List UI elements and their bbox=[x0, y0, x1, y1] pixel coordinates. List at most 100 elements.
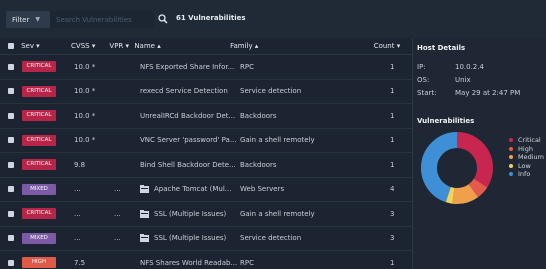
table-row[interactable]: MIXED...... Apache Tomcat (Mul... Web Serv… bbox=[0, 178, 412, 202]
vulnerability-name: SSL (Multiple Issues) bbox=[154, 209, 227, 218]
vulnerability-name: NFS Shares World Readab... bbox=[140, 258, 238, 267]
count-cell: 1 bbox=[390, 136, 395, 145]
family-cell: Service detection bbox=[240, 234, 302, 243]
checkbox-icon bbox=[8, 112, 14, 119]
table-row[interactable]: CRITICAL 10.0 * rexecd Service Detection Se… bbox=[0, 80, 412, 104]
cvss-cell: 10.0 * bbox=[74, 62, 96, 71]
legend-dot-icon bbox=[509, 146, 513, 151]
filter-button[interactable]: Filter ▼ bbox=[6, 11, 50, 28]
family-cell: Service detection bbox=[240, 87, 302, 96]
family-cell: Gain a shell remotely bbox=[240, 209, 315, 218]
name-cell[interactable]: NFS Exported Share Infor... bbox=[140, 63, 240, 71]
vpr-cell: ... bbox=[114, 234, 121, 243]
cvss-cell: 10.0 * bbox=[74, 136, 96, 145]
table-row[interactable]: CRITICAL...... SSL (Multiple Issues) Gain … bbox=[0, 202, 412, 227]
count-cell: 1 bbox=[390, 87, 395, 96]
row-checkbox[interactable] bbox=[0, 112, 22, 119]
table-header: Sev ▾ CVSS ▾ VPR ▾ Name ▴ Family ▴ Count… bbox=[0, 38, 412, 55]
checkbox-icon bbox=[8, 235, 14, 242]
name-cell[interactable]: Apache Tomcat (Mul... bbox=[140, 185, 240, 194]
family-cell: RPC bbox=[240, 258, 254, 267]
search-input[interactable] bbox=[50, 11, 154, 28]
column-name[interactable]: Name ▴ bbox=[134, 42, 230, 50]
severity-badge: CRITICAL bbox=[22, 208, 56, 220]
name-cell[interactable]: SSL (Multiple Issues) bbox=[140, 234, 240, 243]
column-count[interactable]: Count ▾ bbox=[374, 42, 412, 50]
select-all-checkbox[interactable] bbox=[0, 43, 21, 49]
folder-icon bbox=[140, 185, 149, 194]
cvss-cell: ... bbox=[74, 185, 81, 194]
row-checkbox[interactable] bbox=[0, 88, 22, 95]
row-checkbox[interactable] bbox=[0, 161, 22, 168]
checkbox-icon bbox=[8, 259, 14, 266]
severity-badge: CRITICAL bbox=[22, 61, 56, 73]
name-cell[interactable]: rexecd Service Detection bbox=[140, 87, 240, 95]
legend-item: Info bbox=[509, 170, 544, 179]
severity-cell: MIXED bbox=[22, 183, 70, 195]
name-cell[interactable]: Bind Shell Backdoor Dete... bbox=[140, 161, 240, 169]
vulnerabilities-donut-chart bbox=[421, 132, 493, 204]
family-cell: Backdoors bbox=[240, 111, 277, 120]
vpr-cell: ... bbox=[114, 209, 121, 218]
table-row[interactable]: CRITICAL 10.0 * UnrealIRCd Backdoor Det...… bbox=[0, 104, 412, 129]
count-cell: 1 bbox=[390, 62, 395, 71]
legend-dot-icon bbox=[509, 172, 513, 177]
row-checkbox[interactable] bbox=[0, 63, 22, 70]
table-row[interactable]: CRITICAL 10.0 * VNC Server 'password' Pa..… bbox=[0, 129, 412, 153]
table-row[interactable]: HIGH 7.5 NFS Shares World Readab... RPC 1 bbox=[0, 251, 412, 269]
filter-label: Filter bbox=[12, 15, 30, 24]
severity-cell: HIGH bbox=[22, 257, 70, 269]
family-cell: RPC bbox=[240, 62, 254, 71]
legend-dot-icon bbox=[509, 155, 513, 160]
checkbox-icon bbox=[8, 137, 14, 144]
column-family[interactable]: Family ▴ bbox=[230, 42, 374, 50]
name-cell[interactable]: VNC Server 'password' Pa... bbox=[140, 136, 240, 144]
row-checkbox[interactable] bbox=[0, 137, 22, 144]
count-cell: 3 bbox=[390, 234, 395, 243]
severity-badge: CRITICAL bbox=[22, 85, 56, 97]
start-label: Start: bbox=[417, 89, 437, 97]
count-cell: 1 bbox=[390, 111, 395, 120]
checkbox-icon bbox=[7, 43, 14, 49]
legend-label: Info bbox=[518, 170, 531, 179]
family-cell: Web Servers bbox=[240, 185, 285, 194]
column-severity[interactable]: Sev ▾ bbox=[21, 42, 67, 50]
vulnerability-name: Apache Tomcat (Mul... bbox=[154, 185, 232, 194]
severity-badge: CRITICAL bbox=[22, 110, 56, 122]
family-cell: Gain a shell remotely bbox=[240, 136, 315, 145]
legend-label: High bbox=[518, 144, 533, 153]
column-vpr[interactable]: VPR ▾ bbox=[107, 42, 134, 50]
folder-icon bbox=[140, 234, 149, 243]
legend-label: Low bbox=[518, 161, 531, 170]
vulnerabilities-title: Vulnerabilities bbox=[417, 117, 475, 125]
ip-row: IP: 10.0.2.4 bbox=[417, 63, 484, 71]
vpr-cell: ... bbox=[114, 185, 121, 194]
cvss-cell: ... bbox=[74, 209, 81, 218]
name-cell[interactable]: UnrealIRCd Backdoor Det... bbox=[140, 112, 240, 120]
name-cell[interactable]: NFS Shares World Readab... bbox=[140, 259, 240, 267]
row-checkbox[interactable] bbox=[0, 259, 22, 266]
folder-icon bbox=[140, 209, 149, 218]
severity-cell: MIXED bbox=[22, 232, 70, 244]
name-cell[interactable]: SSL (Multiple Issues) bbox=[140, 209, 240, 218]
cvss-cell: 7.5 bbox=[74, 258, 86, 267]
row-checkbox[interactable] bbox=[0, 186, 22, 193]
table-row[interactable]: CRITICAL 10.0 * NFS Exported Share Infor..… bbox=[0, 55, 412, 80]
table-row[interactable]: MIXED...... SSL (Multiple Issues) Service … bbox=[0, 227, 412, 251]
severity-cell: CRITICAL bbox=[22, 208, 70, 220]
row-checkbox[interactable] bbox=[0, 210, 22, 217]
table-body: CRITICAL 10.0 * NFS Exported Share Infor..… bbox=[0, 55, 412, 269]
table-row[interactable]: CRITICAL 9.8 Bind Shell Backdoor Dete... Ba… bbox=[0, 153, 412, 178]
row-checkbox[interactable] bbox=[0, 235, 22, 242]
cvss-cell: 10.0 * bbox=[74, 87, 96, 96]
severity-badge: MIXED bbox=[22, 232, 56, 244]
cvss-cell: 9.8 bbox=[74, 160, 86, 169]
column-cvss[interactable]: CVSS ▾ bbox=[67, 42, 107, 50]
checkbox-icon bbox=[8, 210, 14, 217]
severity-badge: HIGH bbox=[22, 257, 56, 269]
legend-label: Medium bbox=[518, 153, 544, 162]
vulnerability-name: rexecd Service Detection bbox=[140, 87, 228, 96]
checkbox-icon bbox=[8, 161, 14, 168]
family-cell: Backdoors bbox=[240, 160, 277, 169]
search-icon[interactable] bbox=[158, 14, 168, 24]
